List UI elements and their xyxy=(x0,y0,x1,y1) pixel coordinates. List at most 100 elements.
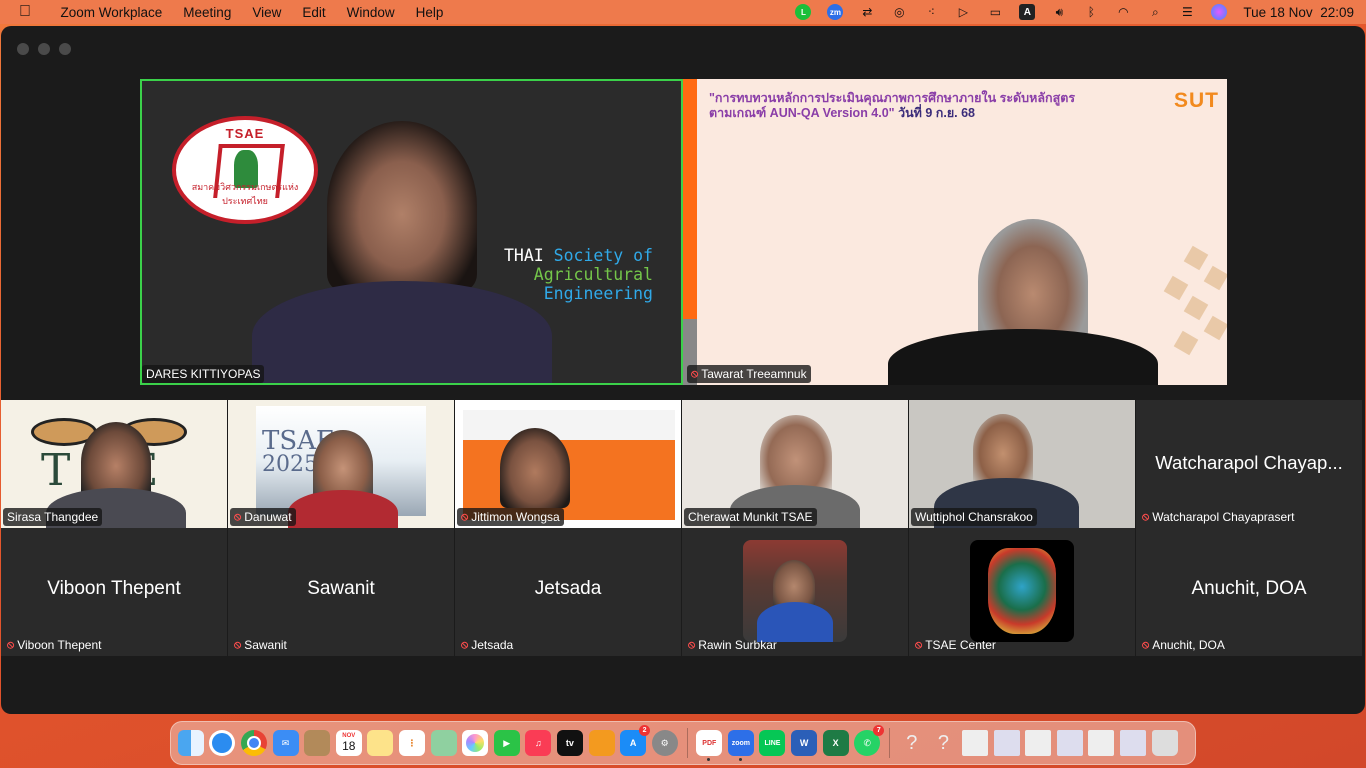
help-icon[interactable]: ? xyxy=(899,730,925,756)
pdf-icon[interactable]: PDF xyxy=(696,730,723,761)
participant-name: Viboon Thepent xyxy=(17,638,102,652)
screen-mirror-icon[interactable]: ⇄ xyxy=(856,4,878,20)
zoom-window: TSAE สมาคมวิศวกรรมเกษตรแห่งประเทศไทย THA… xyxy=(1,26,1365,714)
sut-logo: SUT xyxy=(1174,89,1219,112)
participant-name: Sawanit xyxy=(244,638,287,652)
bluetooth-icon[interactable]: ᛒ xyxy=(1080,4,1102,20)
apple-tv-icon[interactable]: tv xyxy=(556,730,583,756)
preview-thumbnail-icon[interactable] xyxy=(1088,730,1115,756)
participant-tile[interactable]: Viboon Thepent ⦸ Viboon Thepent xyxy=(1,528,227,656)
participant-tile[interactable]: Jetsada ⦸ Jetsada xyxy=(455,528,681,656)
app-store-badge: 2 xyxy=(639,725,651,736)
photos-icon[interactable] xyxy=(462,730,489,756)
participant-tile[interactable]: ⦸ Rawin Surbkar xyxy=(682,528,908,656)
bg-title-engineering: Engineering xyxy=(543,284,653,303)
apple-menu-icon[interactable]:  xyxy=(0,3,50,21)
notes-app-icon[interactable] xyxy=(304,730,331,756)
preview-thumbnail-icon[interactable] xyxy=(962,730,989,756)
participant-tile[interactable]: Cherawat Munkit TSAE xyxy=(682,400,908,528)
excel-label: X xyxy=(832,738,839,748)
finder-icon[interactable] xyxy=(177,730,204,756)
wifi-icon[interactable]: ◠ xyxy=(1112,4,1134,20)
menubar-clock[interactable]: Tue 18 Nov 22:09 xyxy=(1235,5,1366,20)
settings-icon[interactable]: ⚙ xyxy=(651,730,678,756)
menu-window[interactable]: Window xyxy=(336,5,405,20)
participant-tile[interactable]: ⦸ Jittimon Wongsa xyxy=(455,400,681,528)
participant-name: Wuttiphol Chansrakoo xyxy=(915,510,1033,524)
app-store-icon[interactable]: A2 xyxy=(620,725,651,756)
participant-name-label: ⦸ Rawin Surbkar xyxy=(684,636,781,654)
safari-icon[interactable] xyxy=(209,730,236,756)
participant-tile[interactable]: TSAE 2025 ⦸ Danuwat xyxy=(228,400,454,528)
reminders-icon[interactable]: ⋮ xyxy=(398,730,425,756)
muted-mic-icon: ⦸ xyxy=(461,510,469,523)
dock-separator xyxy=(889,728,891,758)
background-title: THAI Society of Agricultural Engineering xyxy=(504,246,653,303)
participant-tile-tawarat[interactable]: "การทบทวนหลักการประเมินคุณภาพการศึกษาภาย… xyxy=(683,79,1227,385)
participant-display-name: Anuchit, DOA xyxy=(1191,578,1307,599)
window-controls xyxy=(17,43,71,55)
line-label: LINE xyxy=(764,739,781,747)
preview-thumbnail-icon[interactable] xyxy=(1025,730,1052,756)
control-center-icon[interactable]: ☰ xyxy=(1176,4,1198,20)
chrome-icon[interactable] xyxy=(240,730,267,756)
input-source-icon[interactable]: A xyxy=(1016,4,1038,20)
books-icon[interactable] xyxy=(588,730,615,756)
whatsapp-icon[interactable]: ✆ 7 xyxy=(854,725,885,756)
menu-help[interactable]: Help xyxy=(405,5,454,20)
zoom-icon[interactable]: zoom xyxy=(727,730,754,761)
active-speaker-tile[interactable]: TSAE สมาคมวิศวกรรมเกษตรแห่งประเทศไทย THA… xyxy=(140,79,683,385)
line-icon[interactable]: LINE xyxy=(759,730,786,756)
line-icon[interactable]: L xyxy=(792,4,814,20)
participant-name: Jetsada xyxy=(471,638,514,652)
participant-tile[interactable]: Watcharapol Chayap... ⦸ Watcharapol Chaya… xyxy=(1136,400,1362,528)
participant-tile[interactable]: ⦸ TSAE Center xyxy=(909,528,1135,656)
battery-icon[interactable]: ▭ xyxy=(984,4,1006,20)
zoom-label: zoom xyxy=(731,739,751,747)
zoom-icon[interactable]: zm xyxy=(824,4,846,20)
participant-tile[interactable]: Sawanit ⦸ Sawanit xyxy=(228,528,454,656)
excel-icon[interactable]: X xyxy=(822,730,849,756)
help-icon[interactable]: ? xyxy=(930,730,956,756)
participant-name: Tawarat Treeamnuk xyxy=(701,367,807,381)
trash-icon[interactable] xyxy=(1151,730,1178,756)
calendar-day: 18 xyxy=(342,739,356,753)
logo-subtext: สมาคมวิศวกรรมเกษตรแห่งประเทศไทย xyxy=(191,182,299,206)
muted-mic-icon: ⦸ xyxy=(915,638,923,651)
menu-meeting[interactable]: Meeting xyxy=(173,5,242,20)
search-icon[interactable]: ⌕ xyxy=(1144,4,1166,20)
participant-name-label: ⦸ Viboon Thepent xyxy=(3,636,106,654)
muted-mic-icon: ⦸ xyxy=(234,638,242,651)
maps-icon[interactable] xyxy=(430,730,457,756)
preview-thumbnail-icon[interactable] xyxy=(1056,730,1083,756)
facetime-icon[interactable]: ▶ xyxy=(493,730,520,756)
close-window-button[interactable] xyxy=(17,43,29,55)
word-icon[interactable]: W xyxy=(791,730,818,756)
mail-icon[interactable]: ✉ xyxy=(272,730,299,756)
volume-icon[interactable]: 🔊︎ xyxy=(1048,4,1070,20)
dots-icon[interactable]: ⁖ xyxy=(920,4,942,20)
slide-title-line2a: ตามเกณฑ์ AUN-QA Version 4.0" xyxy=(709,106,895,120)
preview-thumbnail-icon[interactable] xyxy=(1120,730,1147,756)
pdf-label: PDF xyxy=(702,739,717,747)
play-icon[interactable]: ▷ xyxy=(952,4,974,20)
muted-mic-icon: ⦸ xyxy=(461,638,469,651)
minimize-window-button[interactable] xyxy=(38,43,50,55)
participant-tile[interactable]: Anuchit, DOA ⦸ Anuchit, DOA xyxy=(1136,528,1362,656)
music-icon[interactable]: ♫ xyxy=(525,730,552,756)
menubar-date: Tue 18 Nov xyxy=(1243,4,1313,20)
participant-avatar xyxy=(970,540,1074,642)
notes-icon[interactable] xyxy=(367,730,394,756)
preview-thumbnail-icon[interactable] xyxy=(993,730,1020,756)
zoom-window-button[interactable] xyxy=(59,43,71,55)
participant-tile[interactable]: Wuttiphol Chansrakoo xyxy=(909,400,1135,528)
menu-app-name[interactable]: Zoom Workplace xyxy=(50,5,173,20)
menu-view[interactable]: View xyxy=(242,5,292,20)
calendar-icon[interactable]: NOV 18 xyxy=(335,730,362,756)
menu-edit[interactable]: Edit xyxy=(292,5,336,20)
logo-text: TSAE xyxy=(225,126,265,141)
airdrop-icon[interactable]: ◎ xyxy=(888,4,910,20)
participant-tile[interactable]: T E Sirasa Thangdee xyxy=(1,400,227,528)
participant-name-label: Cherawat Munkit TSAE xyxy=(684,508,817,526)
siri-icon[interactable] xyxy=(1208,4,1230,20)
